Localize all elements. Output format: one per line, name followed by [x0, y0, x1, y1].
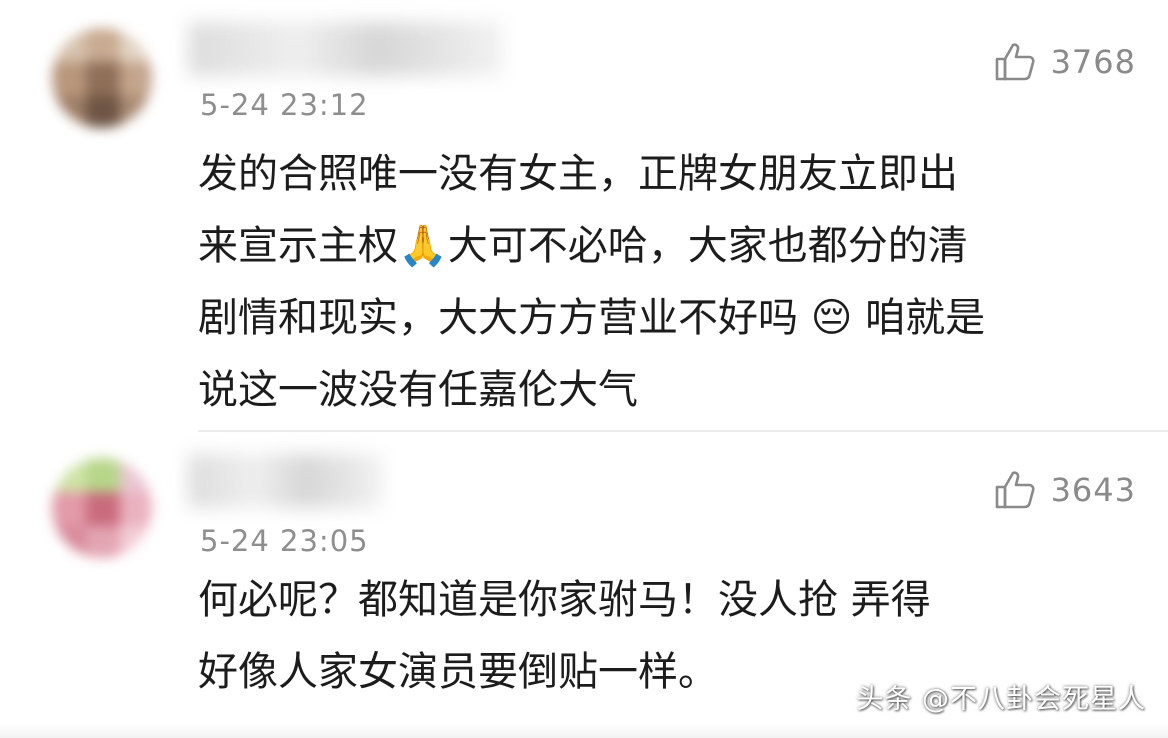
comment-line: 何必呢？都知道是你家驸马！没人抢 弄得 — [198, 577, 931, 623]
comment-time: 5-24 23:12 — [200, 88, 369, 122]
like-count: 3768 — [1050, 43, 1136, 81]
username-blurred[interactable] — [188, 22, 503, 76]
avatar[interactable] — [52, 28, 152, 128]
username-blurred[interactable] — [188, 454, 383, 508]
bottom-edge — [0, 724, 1168, 738]
thumbs-up-icon — [995, 43, 1035, 81]
comment-line: 说这一波没有任嘉伦大气 — [198, 367, 638, 413]
comment-screenshot: 5-24 23:12 3768 发的合照唯一没有女主，正牌女朋友立即出 来宣示主… — [0, 0, 1168, 738]
comment-line: 发的合照唯一没有女主，正牌女朋友立即出 — [198, 151, 958, 197]
like-count: 3643 — [1050, 471, 1136, 509]
like-button[interactable]: 3643 — [993, 468, 1136, 512]
comment-text: 发的合照唯一没有女主，正牌女朋友立即出 来宣示主权🙏大可不必哈，大家也都分的清 … — [198, 138, 1148, 426]
comment-line: 来宣示主权🙏大可不必哈，大家也都分的清 — [198, 223, 968, 269]
avatar[interactable] — [52, 458, 152, 558]
comment-time: 5-24 23:05 — [200, 524, 369, 558]
like-button[interactable]: 3768 — [993, 40, 1136, 84]
comment-line: 剧情和现实，大大方方营业不好吗 😔 咱就是 — [198, 295, 986, 341]
watermark: 头条 @不八卦会死星人 — [856, 684, 1146, 715]
thumbs-up-icon — [995, 471, 1035, 509]
comment-item: 5-24 23:12 3768 发的合照唯一没有女主，正牌女朋友立即出 来宣示主… — [0, 0, 1168, 430]
